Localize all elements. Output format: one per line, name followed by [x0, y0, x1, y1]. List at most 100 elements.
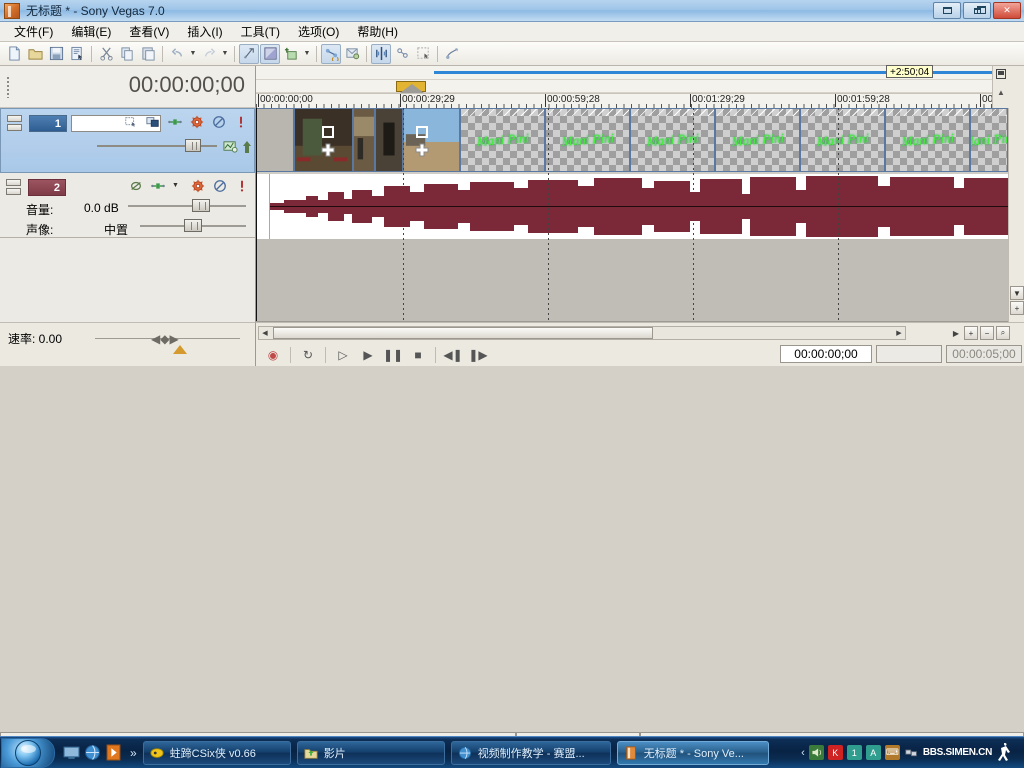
- audio-clip-fade-in[interactable]: [256, 174, 270, 239]
- paste-icon[interactable]: [138, 44, 158, 64]
- volume-value[interactable]: 0.0 dB: [84, 201, 119, 215]
- taskbar-button[interactable]: 蛀蹄CSix侠 v0.66: [142, 740, 291, 765]
- zoom-tool-icon[interactable]: ⌕: [996, 326, 1010, 340]
- restore-button[interactable]: [963, 2, 991, 19]
- timeline-playhead[interactable]: [256, 108, 257, 321]
- track-pan-icon[interactable]: [150, 178, 165, 193]
- scroll-right-end-icon[interactable]: ▶: [950, 327, 962, 339]
- video-clip-title[interactable]: Mani Pini: [460, 108, 545, 172]
- clip-fx-icon[interactable]: [320, 142, 336, 158]
- browser-icon[interactable]: [84, 744, 101, 761]
- marker-button-icon[interactable]: [996, 69, 1006, 79]
- save-project-icon[interactable]: [46, 44, 66, 64]
- video-clip-gameplay[interactable]: [353, 108, 375, 172]
- copy-icon[interactable]: [117, 44, 137, 64]
- menu-options[interactable]: 选项(O): [290, 21, 347, 42]
- ime-1-icon[interactable]: 1: [846, 745, 862, 760]
- volume-icon[interactable]: [808, 745, 824, 760]
- volume-slider[interactable]: [128, 199, 246, 212]
- tray-expand-icon[interactable]: ‹: [801, 747, 805, 759]
- marker-bar[interactable]: +2:50;04: [256, 65, 1008, 80]
- track-fx-icon[interactable]: [123, 114, 138, 129]
- go-to-start-button[interactable]: ◀❚: [442, 345, 464, 364]
- envelope-edit-tool-icon[interactable]: [342, 44, 362, 64]
- video-clip-title[interactable]: Mani Pini: [970, 108, 1008, 172]
- zoom-edit-tool-icon[interactable]: [392, 44, 412, 64]
- video-clip-title[interactable]: Mani Pini: [630, 108, 715, 172]
- quick-launch-overflow-icon[interactable]: »: [130, 746, 137, 760]
- track-minimize-maximize-buttons[interactable]: [6, 179, 22, 197]
- selection-field[interactable]: [876, 345, 942, 363]
- rate-slider-knob[interactable]: ◀◆▶: [151, 332, 179, 346]
- scroll-down-icon[interactable]: ▼: [1010, 286, 1024, 300]
- taskbar-button-active[interactable]: 无标题 * - Sony Ve...: [616, 740, 769, 765]
- project-properties-icon[interactable]: [67, 44, 87, 64]
- show-desktop-icon[interactable]: [63, 744, 80, 761]
- go-to-end-button[interactable]: ❚▶: [467, 345, 489, 364]
- menu-insert[interactable]: 插入(I): [179, 21, 230, 42]
- scrollbar-thumb[interactable]: [273, 327, 653, 339]
- enable-snapping-icon[interactable]: [239, 43, 259, 64]
- time-ruler[interactable]: 00:00:00;00 00:00:29;29 00:00:59;28 00:0…: [256, 93, 1008, 108]
- video-clip-title[interactable]: Mani Pini: [715, 108, 800, 172]
- new-project-icon[interactable]: [4, 44, 24, 64]
- menu-edit[interactable]: 编辑(E): [63, 21, 119, 42]
- close-button[interactable]: ✕: [993, 2, 1021, 19]
- cut-icon[interactable]: [96, 44, 116, 64]
- crossfade-icon[interactable]: [413, 44, 433, 64]
- video-clip-title[interactable]: Mani Pini: [800, 108, 885, 172]
- play-from-start-button[interactable]: ▷: [332, 345, 354, 364]
- video-track-lane[interactable]: Mani Pini Mani Pini Mani Pini Mani Pini …: [256, 108, 1008, 174]
- normal-edit-tool-icon[interactable]: [321, 43, 341, 64]
- kaspersky-icon[interactable]: K: [827, 745, 843, 760]
- pan-slider[interactable]: [140, 219, 246, 232]
- record-button[interactable]: ◉: [262, 345, 284, 364]
- insert-track-dropdown-icon[interactable]: ▼: [302, 44, 312, 64]
- track-settings-icon[interactable]: [189, 114, 204, 129]
- menu-help[interactable]: 帮助(H): [349, 21, 406, 42]
- timeline-canvas[interactable]: Mani Pini Mani Pini Mani Pini Mani Pini …: [256, 108, 1008, 322]
- scroll-up-icon[interactable]: ▲: [997, 88, 1005, 97]
- stop-button[interactable]: ■: [407, 345, 429, 364]
- track-automation-icon[interactable]: [223, 139, 238, 154]
- mute-icon[interactable]: [212, 178, 227, 193]
- selection-length-field[interactable]: 00:00:05;00: [946, 345, 1022, 363]
- video-clip-title[interactable]: Mani Pini: [885, 108, 970, 172]
- cursor-marker[interactable]: [396, 81, 426, 93]
- timeline-timecode-display[interactable]: 00:00:00;00: [129, 72, 245, 98]
- solo-icon[interactable]: [233, 114, 248, 129]
- audio-fx-icon[interactable]: [128, 178, 143, 193]
- cursor-position-field[interactable]: 00:00:00;00: [780, 345, 872, 363]
- loop-playback-button[interactable]: ↻: [297, 345, 319, 364]
- loop-region-bar[interactable]: [256, 80, 1008, 93]
- compositing-mode-icon[interactable]: [145, 114, 160, 129]
- video-clip[interactable]: [256, 108, 294, 172]
- play-button[interactable]: ▶: [357, 345, 379, 364]
- track-number-video[interactable]: 1: [29, 115, 67, 132]
- undo-dropdown-icon[interactable]: ▼: [188, 44, 198, 64]
- ime-a-icon[interactable]: A: [865, 745, 881, 760]
- minimize-button[interactable]: [933, 2, 961, 19]
- audio-track-lane[interactable]: [256, 174, 1008, 239]
- undo-icon[interactable]: [167, 44, 187, 64]
- pan-value[interactable]: 中置: [104, 221, 128, 238]
- auto-ripple-icon[interactable]: [260, 43, 280, 64]
- track-minimize-maximize-buttons[interactable]: [7, 115, 23, 133]
- media-player-icon[interactable]: [105, 744, 122, 761]
- render-icon[interactable]: [442, 44, 462, 64]
- taskbar-button[interactable]: 视频制作教学 - 赛盟...: [450, 740, 611, 765]
- track-motion-icon[interactable]: [167, 114, 182, 129]
- zoom-in-icon[interactable]: +: [964, 326, 978, 340]
- video-clip-gameplay[interactable]: [375, 108, 403, 172]
- open-project-icon[interactable]: [25, 44, 45, 64]
- clip-fx-icon[interactable]: [414, 142, 430, 158]
- track-up-icon[interactable]: [239, 139, 254, 154]
- solo-icon[interactable]: [234, 178, 249, 193]
- timeline-vertical-scrollbar[interactable]: ▼ +: [1008, 108, 1024, 322]
- start-button[interactable]: [1, 737, 55, 768]
- mute-icon[interactable]: [211, 114, 226, 129]
- menu-file[interactable]: 文件(F): [6, 21, 61, 42]
- video-clip-gameplay[interactable]: [403, 108, 460, 172]
- clip-pan-crop-icon[interactable]: [320, 124, 336, 140]
- timeline-horizontal-scrollbar[interactable]: ◀ ▶: [258, 326, 906, 340]
